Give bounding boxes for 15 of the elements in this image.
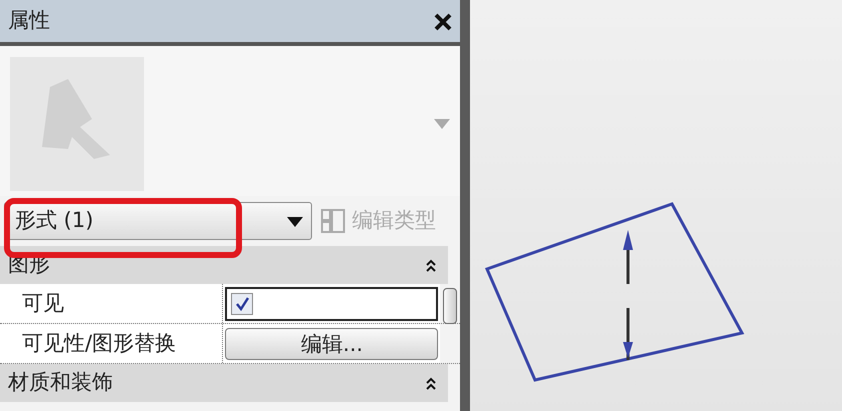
scrollbar-thumb[interactable] xyxy=(443,288,458,324)
group-header[interactable]: 材质和装饰 xyxy=(0,364,448,402)
form-drawing[interactable] xyxy=(484,202,744,382)
edit-type-icon xyxy=(320,207,346,235)
close-icon[interactable] xyxy=(434,12,452,30)
checkbox[interactable] xyxy=(231,292,254,314)
edit-button[interactable]: 编辑... xyxy=(225,328,438,360)
collapse-icon[interactable] xyxy=(426,376,436,390)
property-value-field[interactable] xyxy=(225,286,438,320)
collapse-icon[interactable] xyxy=(426,258,436,272)
property-label: 可见性/图形替换 xyxy=(0,324,224,363)
panel-title: 属性 xyxy=(8,7,50,34)
property-label: 可见 xyxy=(0,284,224,323)
dropdown-arrow-icon[interactable] xyxy=(287,216,303,226)
family-preview-icon xyxy=(10,57,144,191)
